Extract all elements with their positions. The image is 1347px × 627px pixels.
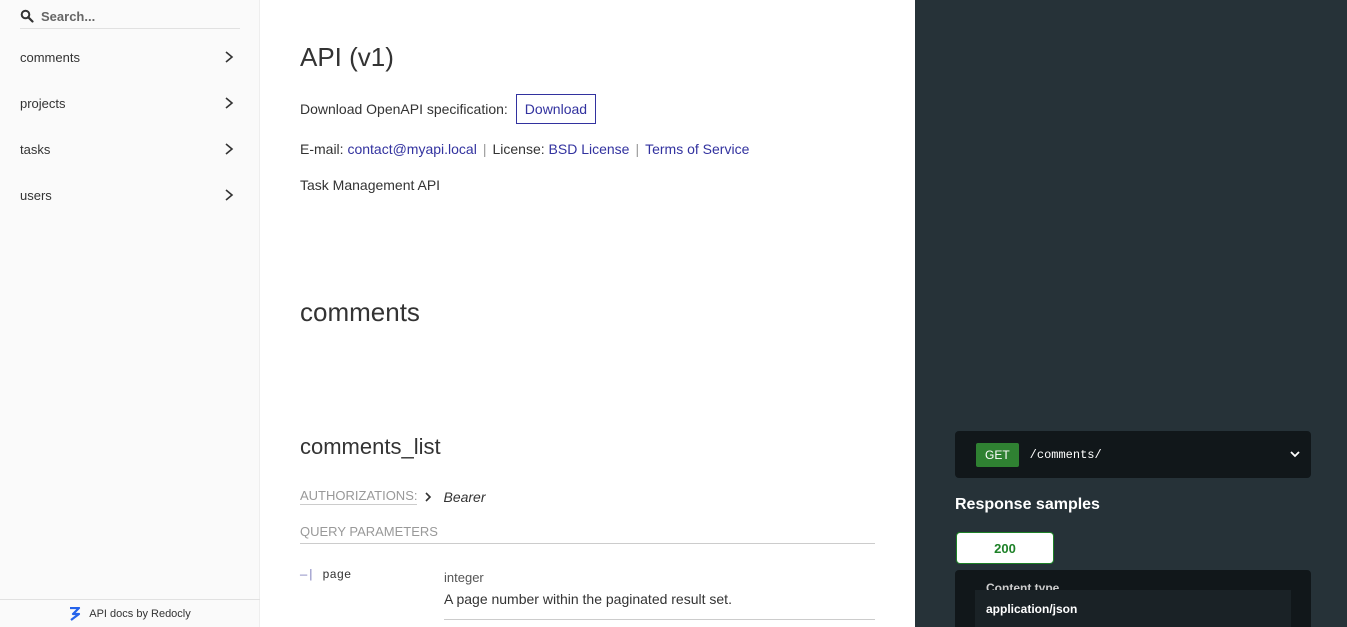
param-name: —| page (300, 568, 351, 582)
download-label: Download OpenAPI specification: (300, 101, 508, 117)
main-content: API (v1) Download OpenAPI specification:… (260, 0, 915, 627)
content-type-value: application/json (986, 602, 1078, 616)
param-name-text: page (322, 568, 352, 582)
license-label: License: (492, 141, 545, 157)
separator: | (482, 141, 487, 157)
sidebar-item-users[interactable]: users (0, 172, 260, 218)
separator: | (635, 141, 640, 157)
response-samples-title: Response samples (955, 496, 1100, 513)
download-button[interactable]: Download (515, 94, 597, 124)
api-description: Task Management API (300, 177, 441, 193)
sidebar-item-projects[interactable]: projects (0, 80, 260, 126)
sidebar-item-comments[interactable]: comments (0, 34, 260, 80)
email-label: E-mail: (300, 141, 344, 157)
email-link[interactable]: contact@myapi.local (347, 141, 476, 157)
page-title: API (v1) (300, 42, 394, 72)
sidebar-item-label: projects (20, 95, 66, 111)
search-input[interactable] (41, 8, 221, 24)
license-link[interactable]: BSD License (549, 141, 630, 157)
sidebar-item-label: tasks (20, 141, 51, 157)
sidebar-item-tasks[interactable]: tasks (0, 126, 260, 172)
param-description: A page number within the paginated resul… (444, 591, 732, 607)
redocly-logo-icon (70, 606, 81, 621)
chevron-right-icon (225, 143, 234, 155)
search-icon (20, 9, 34, 23)
info-row: E-mail: contact@myapi.local | License: B… (300, 141, 749, 157)
content-type-value-box: application/json (975, 590, 1291, 627)
tab-status-200[interactable]: 200 (956, 532, 1054, 564)
authorizations-label: Authorizations: (300, 488, 418, 505)
sidebar: comments projects tasks users API docs b… (0, 0, 260, 627)
param-tree-icon: —| (300, 568, 315, 582)
chevron-right-icon (225, 51, 234, 63)
chevron-right-icon[interactable] (423, 491, 433, 503)
right-panel: GET /comments/ Response samples 200 Cont… (915, 0, 1347, 627)
terms-link[interactable]: Terms of Service (645, 141, 749, 157)
divider (444, 619, 875, 620)
search-box (20, 4, 240, 29)
endpoint-toggle[interactable]: GET /comments/ (955, 431, 1311, 478)
tag-title: comments (300, 297, 420, 327)
operation-title: comments_list (300, 434, 441, 459)
query-parameters-label: Query Parameters (300, 524, 875, 544)
sidebar-item-label: users (20, 187, 52, 203)
endpoint-path: /comments/ (1029, 447, 1102, 462)
param-type: integer (444, 570, 484, 585)
footer-label: API docs by Redocly (89, 607, 191, 620)
content-type-box: Content type application/json (955, 570, 1311, 627)
redocly-footer-link[interactable]: API docs by Redocly (0, 599, 260, 627)
chevron-right-icon (225, 97, 234, 109)
sidebar-nav: comments projects tasks users (0, 34, 260, 218)
http-method-badge: GET (976, 442, 1019, 467)
download-row: Download OpenAPI specification: Download (300, 94, 597, 124)
chevron-right-icon (225, 189, 234, 201)
authorizations-value: Bearer (443, 488, 486, 505)
authorizations-row: Authorizations: Bearer (300, 488, 486, 505)
sidebar-item-label: comments (20, 49, 80, 65)
chevron-down-icon (1290, 451, 1300, 458)
